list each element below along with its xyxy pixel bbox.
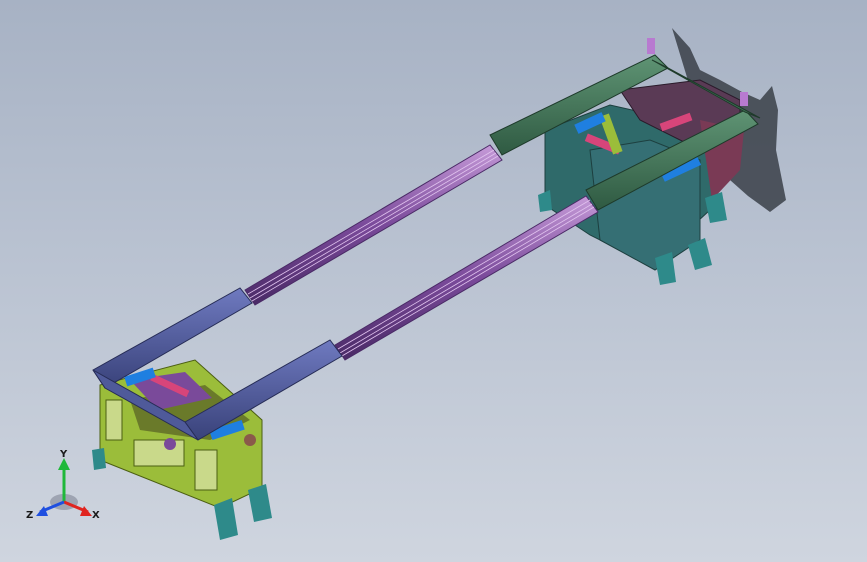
coordinate-triad-icon: [36, 458, 92, 516]
z-axis-label: Z: [26, 510, 33, 521]
y-axis-label: Y: [59, 449, 68, 460]
graphics-viewport[interactable]: Y X Z: [0, 0, 867, 562]
pin-back-left: [647, 38, 655, 54]
pin-back-right: [740, 92, 748, 106]
x-axis-label: X: [92, 510, 100, 521]
left-frame-assembly[interactable]: [99, 359, 263, 509]
cad-model-view[interactable]: [0, 0, 867, 562]
coordinate-triad[interactable]: Y X Z: [22, 446, 106, 522]
